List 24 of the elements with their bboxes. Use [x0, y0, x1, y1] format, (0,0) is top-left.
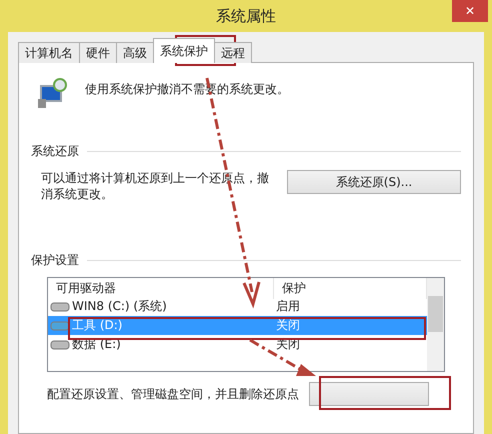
close-button[interactable]: ✕ [452, 0, 488, 22]
configure-button[interactable] [309, 382, 429, 406]
group-title: 系统还原 [31, 143, 79, 160]
tab[interactable]: 计算机名 [18, 42, 80, 63]
drive-name: WIN8 (C:) (系统) [72, 298, 168, 315]
tab[interactable]: 硬件 [79, 42, 117, 63]
scrollbar[interactable] [427, 278, 444, 371]
window-title: 系统属性 [216, 6, 276, 26]
drive-icon [50, 340, 70, 350]
drive-name: 工具 (D:) [72, 317, 124, 334]
config-description: 配置还原设置、管理磁盘空间，并且删除还原点 [47, 386, 299, 402]
computer-icon [37, 77, 69, 109]
drive-icon [50, 320, 70, 330]
tab[interactable]: 高级 [116, 42, 154, 63]
protection-status: 关闭 [275, 317, 301, 334]
tab[interactable]: 远程 [214, 42, 252, 63]
group-title: 保护设置 [31, 252, 79, 269]
drive-row[interactable]: WIN8 (C:) (系统) 启用 [48, 297, 427, 316]
restore-button[interactable]: 系统还原(S)... [287, 170, 461, 194]
column-header[interactable]: 可用驱动器 [48, 278, 274, 298]
drive-icon [50, 302, 70, 312]
protection-status: 启用 [275, 298, 301, 315]
annotation-arrow [249, 338, 316, 376]
tab[interactable]: 系统保护 [153, 38, 215, 63]
